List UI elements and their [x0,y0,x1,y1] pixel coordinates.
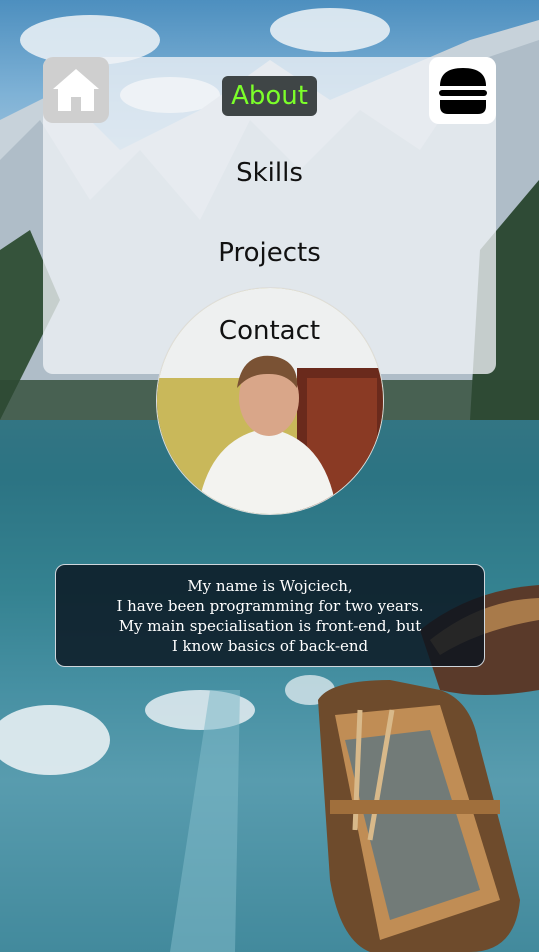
bio-card: My name is Wojciech, I have been program… [55,564,485,667]
menu-toggle-button[interactable] [429,57,496,124]
home-icon [53,69,99,111]
nav-skills-link[interactable]: Skills [43,158,496,188]
nav-projects-link[interactable]: Projects [43,238,496,268]
bio-line: My name is Wojciech, [187,576,353,595]
bio-line: I have been programming for two years. [116,596,424,615]
home-button[interactable] [43,57,109,123]
bio-line: My main specialisation is front-end, but [118,616,422,635]
hamburger-icon [438,67,487,114]
nav-contact-link[interactable]: Contact [43,316,496,346]
bio-line: I know basics of back-end [171,636,369,655]
nav-about-link[interactable]: About [222,76,317,116]
